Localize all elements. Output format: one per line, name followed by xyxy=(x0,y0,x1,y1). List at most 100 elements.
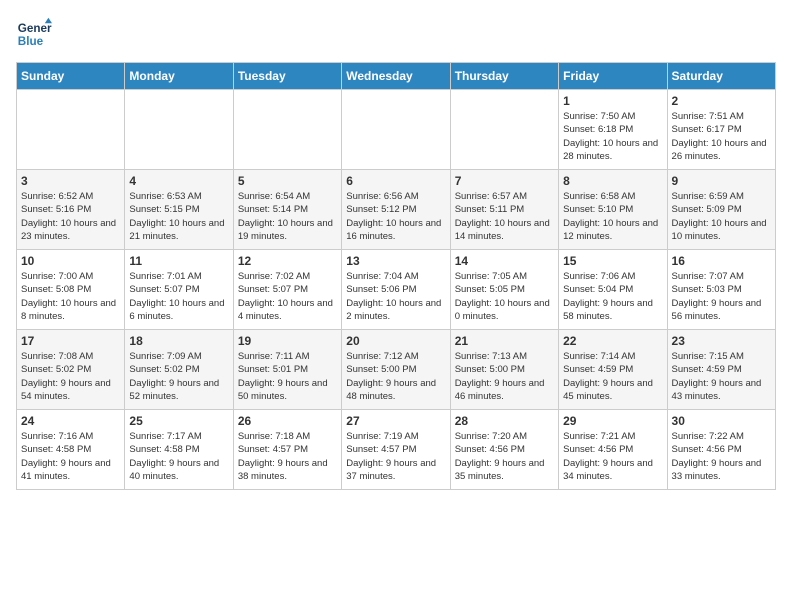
calendar-cell: 20Sunrise: 7:12 AM Sunset: 5:00 PM Dayli… xyxy=(342,330,450,410)
calendar-cell: 30 Sunrise: 7:22 AM Sunset: 4:56 PM Dayli… xyxy=(667,410,775,490)
day-number: 16 xyxy=(672,254,771,268)
calendar-cell xyxy=(125,90,233,170)
day-info: Sunrise: 7:16 AM Sunset: 4:58 PM Dayligh… xyxy=(21,430,120,483)
calendar-week-4: 17 Sunrise: 7:08 AM Sunset: 5:02 PM Dayli… xyxy=(17,330,776,410)
calendar-cell: 22 Sunrise: 7:14 AM Sunset: 4:59 PM Dayli… xyxy=(559,330,667,410)
day-number: 24 xyxy=(21,414,120,428)
day-number: 15 xyxy=(563,254,662,268)
logo: General Blue xyxy=(16,16,52,52)
svg-text:General: General xyxy=(18,22,52,35)
calendar-cell: 24 Sunrise: 7:16 AM Sunset: 4:58 PM Dayli… xyxy=(17,410,125,490)
day-number: 23 xyxy=(672,334,771,348)
day-info: Sunrise: 7:17 AM Sunset: 4:58 PM Dayligh… xyxy=(129,430,228,483)
calendar-cell: 5Sunrise: 6:54 AM Sunset: 5:14 PM Daylig… xyxy=(233,170,341,250)
day-info: Sunrise: 7:02 AM Sunset: 5:07 PM Dayligh… xyxy=(238,270,337,323)
day-number: 14 xyxy=(455,254,554,268)
calendar-cell: 1 Sunrise: 7:50 AM Sunset: 6:18 PM Daylig… xyxy=(559,90,667,170)
weekday-header-saturday: Saturday xyxy=(667,63,775,90)
calendar-cell: 6 Sunrise: 6:56 AM Sunset: 5:12 PM Daylig… xyxy=(342,170,450,250)
day-info: Sunrise: 7:00 AM Sunset: 5:08 PM Dayligh… xyxy=(21,270,120,323)
logo-icon: General Blue xyxy=(16,16,52,52)
day-info: Sunrise: 6:57 AM Sunset: 5:11 PM Dayligh… xyxy=(455,190,554,243)
calendar-cell: 27 Sunrise: 7:19 AM Sunset: 4:57 PM Dayli… xyxy=(342,410,450,490)
calendar-cell: 21 Sunrise: 7:13 AM Sunset: 5:00 PM Dayli… xyxy=(450,330,558,410)
day-number: 5 xyxy=(238,174,337,188)
day-info: Sunrise: 7:50 AM Sunset: 6:18 PM Dayligh… xyxy=(563,110,662,163)
calendar-cell: 25 Sunrise: 7:17 AM Sunset: 4:58 PM Dayli… xyxy=(125,410,233,490)
calendar-cell: 28 Sunrise: 7:20 AM Sunset: 4:56 PM Dayli… xyxy=(450,410,558,490)
calendar-week-2: 3 Sunrise: 6:52 AM Sunset: 5:16 PM Daylig… xyxy=(17,170,776,250)
day-number: 18 xyxy=(129,334,228,348)
calendar-cell xyxy=(17,90,125,170)
day-info: Sunrise: 7:13 AM Sunset: 5:00 PM Dayligh… xyxy=(455,350,554,403)
day-number: 19 xyxy=(238,334,337,348)
day-number: 30 xyxy=(672,414,771,428)
day-info: Sunrise: 7:04 AM Sunset: 5:06 PM Dayligh… xyxy=(346,270,445,323)
day-info: Sunrise: 7:18 AM Sunset: 4:57 PM Dayligh… xyxy=(238,430,337,483)
day-info: Sunrise: 7:22 AM Sunset: 4:56 PM Dayligh… xyxy=(672,430,771,483)
day-info: Sunrise: 7:08 AM Sunset: 5:02 PM Dayligh… xyxy=(21,350,120,403)
weekday-header-tuesday: Tuesday xyxy=(233,63,341,90)
calendar-cell: 10Sunrise: 7:00 AM Sunset: 5:08 PM Dayli… xyxy=(17,250,125,330)
day-info: Sunrise: 7:05 AM Sunset: 5:05 PM Dayligh… xyxy=(455,270,554,323)
day-info: Sunrise: 7:20 AM Sunset: 4:56 PM Dayligh… xyxy=(455,430,554,483)
day-number: 1 xyxy=(563,94,662,108)
weekday-header-friday: Friday xyxy=(559,63,667,90)
day-number: 26 xyxy=(238,414,337,428)
calendar-cell xyxy=(233,90,341,170)
day-info: Sunrise: 6:53 AM Sunset: 5:15 PM Dayligh… xyxy=(129,190,228,243)
calendar-cell xyxy=(450,90,558,170)
day-info: Sunrise: 6:59 AM Sunset: 5:09 PM Dayligh… xyxy=(672,190,771,243)
svg-text:Blue: Blue xyxy=(18,35,44,48)
calendar-cell: 8 Sunrise: 6:58 AM Sunset: 5:10 PM Daylig… xyxy=(559,170,667,250)
calendar-cell: 7 Sunrise: 6:57 AM Sunset: 5:11 PM Daylig… xyxy=(450,170,558,250)
day-number: 11 xyxy=(129,254,228,268)
day-number: 29 xyxy=(563,414,662,428)
calendar-cell: 29Sunrise: 7:21 AM Sunset: 4:56 PM Dayli… xyxy=(559,410,667,490)
calendar-cell: 15 Sunrise: 7:06 AM Sunset: 5:04 PM Dayli… xyxy=(559,250,667,330)
day-number: 28 xyxy=(455,414,554,428)
day-info: Sunrise: 7:19 AM Sunset: 4:57 PM Dayligh… xyxy=(346,430,445,483)
calendar-cell: 26 Sunrise: 7:18 AM Sunset: 4:57 PM Dayli… xyxy=(233,410,341,490)
calendar-cell: 16Sunrise: 7:07 AM Sunset: 5:03 PM Dayli… xyxy=(667,250,775,330)
day-number: 7 xyxy=(455,174,554,188)
day-number: 12 xyxy=(238,254,337,268)
day-number: 8 xyxy=(563,174,662,188)
page-header: General Blue xyxy=(16,16,776,52)
calendar-cell: 14 Sunrise: 7:05 AM Sunset: 5:05 PM Dayli… xyxy=(450,250,558,330)
day-number: 25 xyxy=(129,414,228,428)
day-info: Sunrise: 6:52 AM Sunset: 5:16 PM Dayligh… xyxy=(21,190,120,243)
day-number: 22 xyxy=(563,334,662,348)
calendar-week-5: 24 Sunrise: 7:16 AM Sunset: 4:58 PM Dayli… xyxy=(17,410,776,490)
calendar-cell: 4 Sunrise: 6:53 AM Sunset: 5:15 PM Daylig… xyxy=(125,170,233,250)
calendar-cell: 17 Sunrise: 7:08 AM Sunset: 5:02 PM Dayli… xyxy=(17,330,125,410)
calendar-cell: 3 Sunrise: 6:52 AM Sunset: 5:16 PM Daylig… xyxy=(17,170,125,250)
calendar-table: SundayMondayTuesdayWednesdayThursdayFrid… xyxy=(16,62,776,490)
day-info: Sunrise: 7:09 AM Sunset: 5:02 PM Dayligh… xyxy=(129,350,228,403)
day-number: 21 xyxy=(455,334,554,348)
calendar-cell: 23Sunrise: 7:15 AM Sunset: 4:59 PM Dayli… xyxy=(667,330,775,410)
calendar-cell: 2Sunrise: 7:51 AM Sunset: 6:17 PM Daylig… xyxy=(667,90,775,170)
weekday-header-wednesday: Wednesday xyxy=(342,63,450,90)
day-info: Sunrise: 7:14 AM Sunset: 4:59 PM Dayligh… xyxy=(563,350,662,403)
calendar-cell xyxy=(342,90,450,170)
day-number: 6 xyxy=(346,174,445,188)
calendar-cell: 13Sunrise: 7:04 AM Sunset: 5:06 PM Dayli… xyxy=(342,250,450,330)
weekday-header-monday: Monday xyxy=(125,63,233,90)
calendar-cell: 9Sunrise: 6:59 AM Sunset: 5:09 PM Daylig… xyxy=(667,170,775,250)
day-number: 17 xyxy=(21,334,120,348)
calendar-week-3: 10Sunrise: 7:00 AM Sunset: 5:08 PM Dayli… xyxy=(17,250,776,330)
day-info: Sunrise: 6:56 AM Sunset: 5:12 PM Dayligh… xyxy=(346,190,445,243)
day-info: Sunrise: 7:01 AM Sunset: 5:07 PM Dayligh… xyxy=(129,270,228,323)
day-number: 3 xyxy=(21,174,120,188)
day-info: Sunrise: 7:51 AM Sunset: 6:17 PM Dayligh… xyxy=(672,110,771,163)
day-number: 27 xyxy=(346,414,445,428)
day-number: 4 xyxy=(129,174,228,188)
weekday-header-thursday: Thursday xyxy=(450,63,558,90)
day-info: Sunrise: 7:06 AM Sunset: 5:04 PM Dayligh… xyxy=(563,270,662,323)
calendar-week-1: 1 Sunrise: 7:50 AM Sunset: 6:18 PM Daylig… xyxy=(17,90,776,170)
day-info: Sunrise: 7:11 AM Sunset: 5:01 PM Dayligh… xyxy=(238,350,337,403)
day-info: Sunrise: 6:58 AM Sunset: 5:10 PM Dayligh… xyxy=(563,190,662,243)
calendar-header-row: SundayMondayTuesdayWednesdayThursdayFrid… xyxy=(17,63,776,90)
calendar-cell: 11 Sunrise: 7:01 AM Sunset: 5:07 PM Dayli… xyxy=(125,250,233,330)
